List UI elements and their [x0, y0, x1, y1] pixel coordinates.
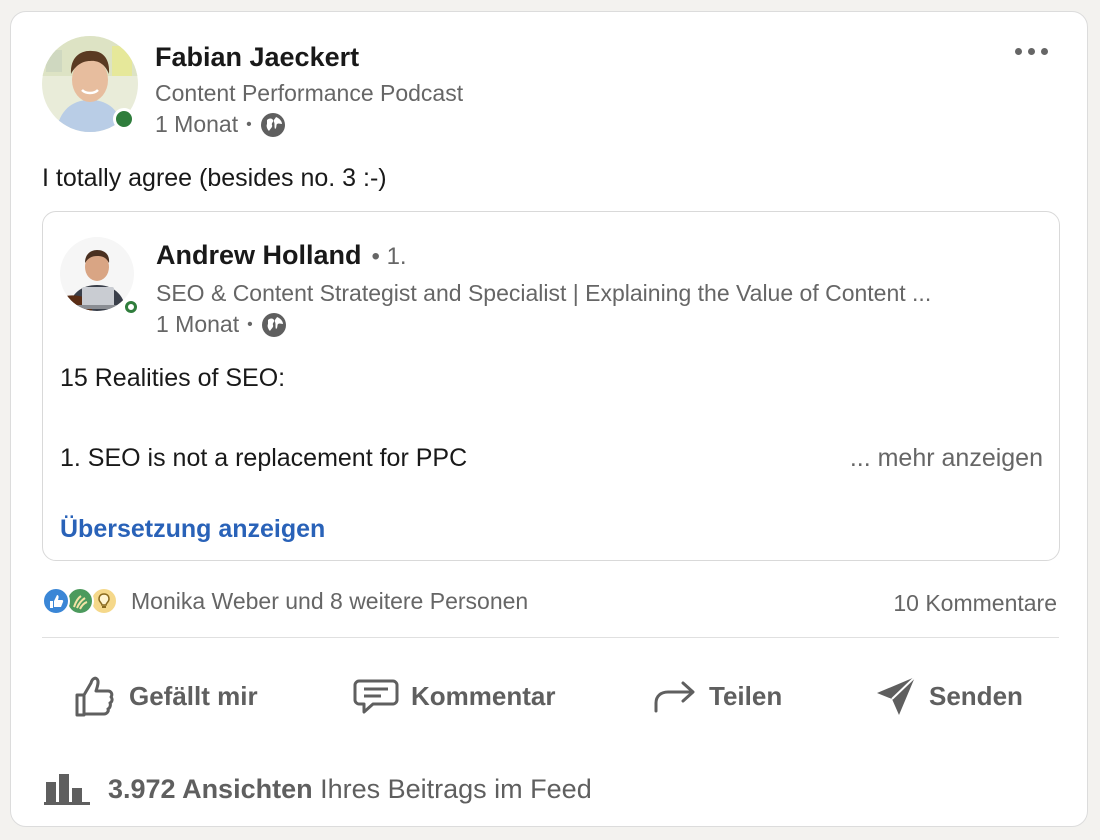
divider	[42, 637, 1059, 638]
shared-post-line-2: 1. SEO is not a replacement for PPC	[60, 444, 468, 472]
shared-meta-separator: •	[247, 315, 253, 333]
send-icon	[875, 675, 917, 717]
thumbs-up-icon	[73, 673, 117, 719]
shared-author-headline: SEO & Content Strategist and Specialist …	[156, 280, 932, 306]
shared-post[interactable]: Andrew Holland • 1. SEO & Content Strate…	[42, 211, 1060, 561]
globe-icon	[261, 312, 287, 338]
like-icon	[42, 587, 70, 615]
post-card: Fabian Jaeckert Content Performance Podc…	[10, 11, 1088, 827]
share-label: Teilen	[709, 680, 783, 711]
online-status-indicator	[113, 108, 135, 130]
ellipsis-icon	[1015, 48, 1022, 55]
comments-count[interactable]: 10 Kommentare	[893, 590, 1057, 617]
shared-author-line: Andrew Holland • 1.	[156, 240, 407, 271]
shared-author-avatar[interactable]	[60, 237, 134, 311]
share-button[interactable]: Teilen	[653, 670, 782, 722]
bar-chart-icon	[44, 772, 90, 806]
show-translation-link[interactable]: Übersetzung anzeigen	[60, 515, 325, 544]
shared-post-line-1: 15 Realities of SEO:	[60, 364, 286, 392]
comment-icon	[353, 676, 399, 716]
post-time: 1 Monat	[155, 111, 239, 137]
like-label: Gefällt mir	[129, 680, 258, 711]
share-arrow-icon	[653, 679, 697, 713]
views-text: 3.972 Ansichten Ihres Beitrags im Feed	[108, 774, 592, 805]
shared-author-name[interactable]: Andrew Holland	[156, 240, 362, 271]
show-more-link[interactable]: ... mehr anzeigen	[850, 444, 1043, 473]
shared-post-time: 1 Monat	[156, 311, 240, 337]
comment-label: Kommentar	[411, 680, 556, 711]
post-text: I totally agree (besides no. 3 :-)	[42, 164, 387, 192]
send-button[interactable]: Senden	[875, 670, 1023, 722]
globe-icon	[260, 112, 286, 138]
more-options-button[interactable]	[1015, 48, 1048, 55]
post-meta: 1 Monat •	[155, 111, 286, 138]
celebrate-icon	[66, 587, 94, 615]
shared-post-meta: 1 Monat •	[156, 311, 287, 338]
shared-online-status-indicator	[122, 298, 140, 316]
comment-button[interactable]: Kommentar	[353, 670, 555, 722]
send-label: Senden	[929, 680, 1023, 711]
connection-degree: • 1.	[371, 243, 407, 270]
insightful-icon	[90, 587, 118, 615]
author-name[interactable]: Fabian Jaeckert	[155, 42, 359, 73]
views-count: 3.972 Ansichten	[108, 773, 313, 804]
reactions-text[interactable]: Monika Weber und 8 weitere Personen	[131, 588, 528, 615]
post-views[interactable]: 3.972 Ansichten Ihres Beitrags im Feed	[44, 772, 592, 806]
like-button[interactable]: Gefällt mir	[73, 670, 258, 722]
meta-separator: •	[246, 115, 252, 133]
views-suffix: Ihres Beitrags im Feed	[312, 773, 592, 804]
reaction-icons[interactable]	[42, 587, 122, 617]
author-headline: Content Performance Podcast	[155, 80, 464, 106]
